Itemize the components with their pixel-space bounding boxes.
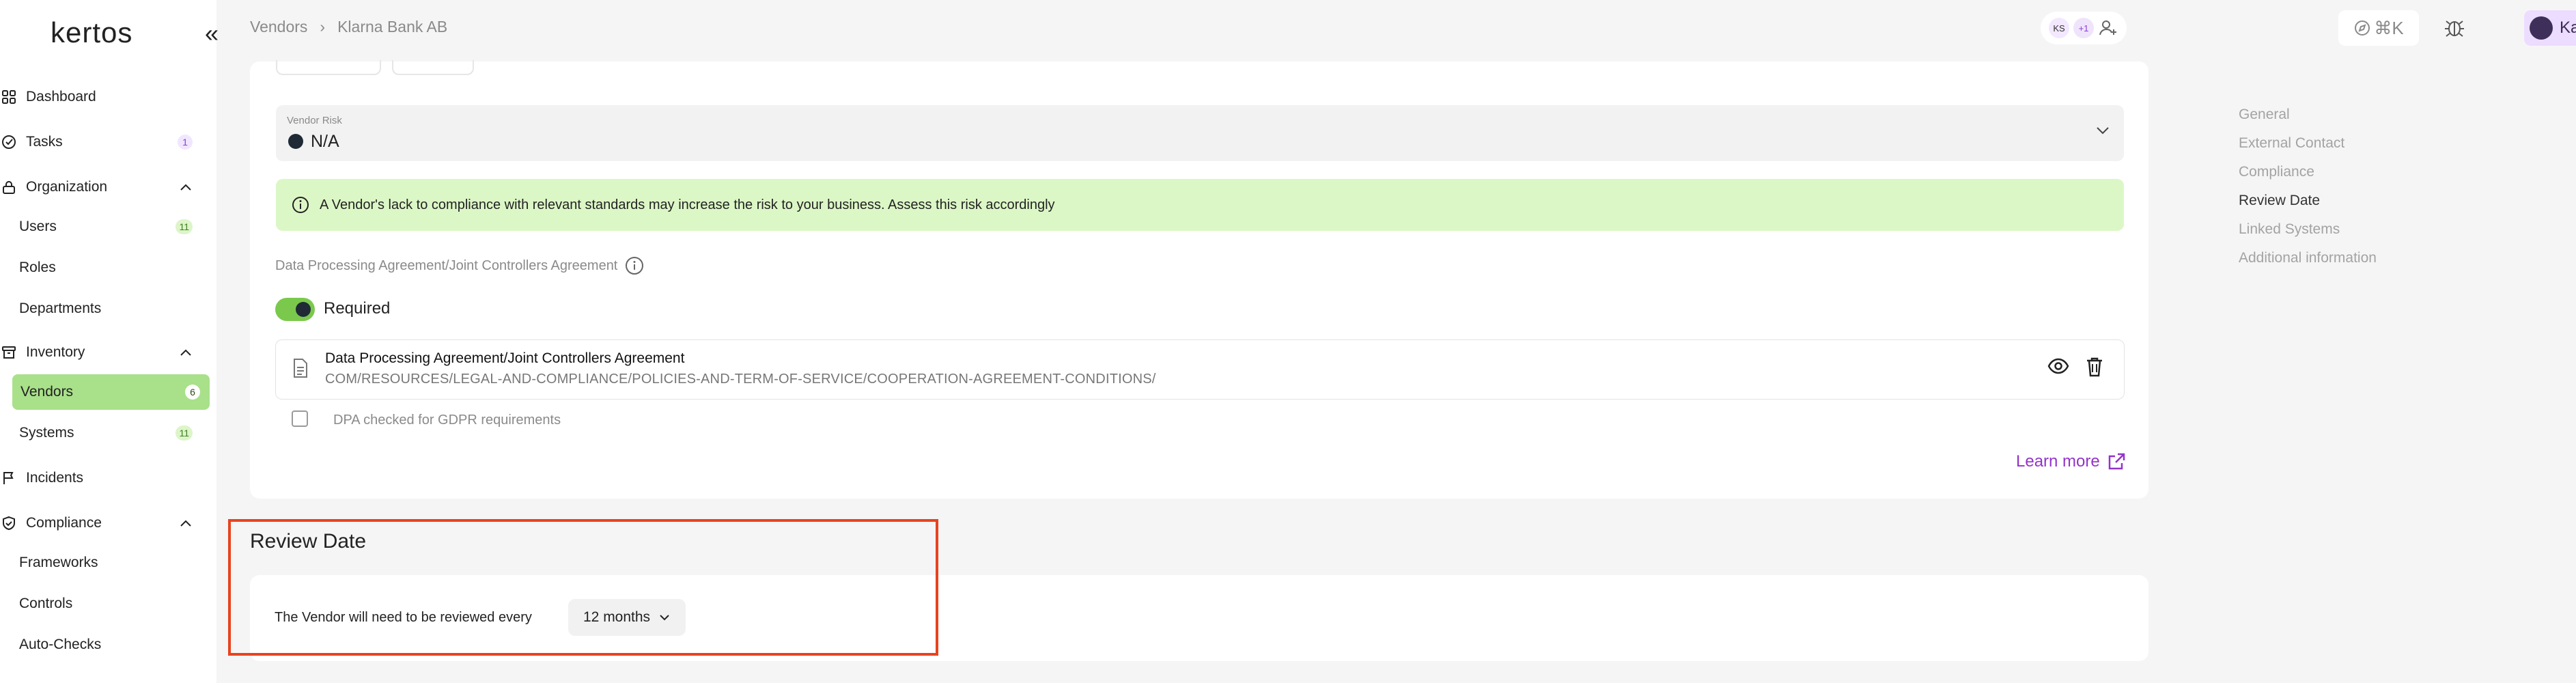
external-link-icon [2107,452,2126,471]
sidebar-item-label: Users [19,219,57,234]
sidebar-item-controls[interactable]: Controls [0,586,202,622]
gdpr-checkbox[interactable] [292,410,308,427]
document-icon [292,358,309,378]
sidebar-item-label: Tasks [26,134,63,150]
toc-item-review-date[interactable]: Review Date [2239,193,2320,209]
sidebar-item-label: Dashboard [26,89,96,104]
user-menu[interactable]: Kaia [2524,10,2576,46]
sidebar-item-tasks[interactable]: Tasks 1 [0,124,202,160]
avatar[interactable]: KS [2049,18,2069,38]
risk-status-dot [288,134,303,149]
learn-more-link[interactable]: Learn more [2016,452,2126,471]
sidebar-item-systems[interactable]: Systems 11 [0,415,202,451]
toc-item-general[interactable]: General [2239,107,2290,123]
file-title: Data Processing Agreement/Joint Controll… [325,350,685,366]
sidebar-item-label: Incidents [26,470,84,486]
sidebar-item-inventory[interactable]: Inventory [0,335,202,370]
bug-report-icon[interactable] [2442,15,2467,40]
vendor-risk-value: N/A [311,132,339,151]
sidebar-item-compliance[interactable]: Compliance [0,505,202,541]
toggle-knob [296,302,311,317]
sidebar: kertos « Dashboard Tasks 1 Organization … [0,0,219,683]
tag-chip[interactable] [392,60,474,75]
view-icon[interactable] [2047,358,2069,374]
vendor-risk-label: Vendor Risk [287,115,342,126]
compass-icon [2353,19,2371,37]
systems-count-badge: 11 [176,426,193,441]
sidebar-item-departments[interactable]: Departments [0,291,202,326]
shield-icon [0,514,18,532]
archive-icon [0,344,18,361]
kertos-logo[interactable]: kertos [51,16,132,49]
sidebar-item-roles[interactable]: Roles [0,250,202,285]
lock-icon [0,178,18,196]
flag-icon [0,469,18,487]
vendor-risk-select[interactable] [276,105,2124,161]
dpa-file-card [275,339,2125,400]
add-user-icon[interactable] [2098,18,2118,38]
sidebar-item-label: Inventory [26,344,85,360]
vendors-count-badge: 6 [185,385,200,400]
toc-item-additional-information[interactable]: Additional information [2239,250,2377,266]
sidebar-item-label: Organization [26,179,108,195]
sidebar-item-auto-checks[interactable]: Auto-Checks [0,627,202,663]
toc-item-linked-systems[interactable]: Linked Systems [2239,221,2340,238]
tasks-count-badge: 1 [178,135,193,150]
toc-item-compliance[interactable]: Compliance [2239,164,2314,180]
sidebar-item-label: Frameworks [19,555,98,570]
toc-item-external-contact[interactable]: External Contact [2239,135,2344,152]
risk-info-banner: A Vendor's lack to compliance with relev… [276,179,2124,231]
chevron-down-icon[interactable] [2095,126,2110,135]
delete-icon[interactable] [2086,357,2103,377]
info-icon [291,195,310,214]
command-palette-button[interactable]: ⌘K [2338,10,2419,46]
users-count-badge: 11 [176,219,193,234]
breadcrumb: Vendors › Klarna Bank AB [250,18,447,36]
sidebar-item-label: Compliance [26,515,102,531]
grid-icon [0,88,18,106]
banner-text: A Vendor's lack to compliance with relev… [320,197,1055,212]
sidebar-item-label: Controls [19,596,73,611]
required-toggle[interactable] [275,298,315,321]
breadcrumb-vendors[interactable]: Vendors [250,18,307,36]
shortcut-label: ⌘K [2374,17,2404,38]
collapse-sidebar-icon[interactable]: « [205,19,219,48]
sidebar-item-users[interactable]: Users 11 [0,209,202,245]
required-label: Required [324,299,391,318]
collaborators[interactable]: KS +1 [2041,12,2127,44]
avatar-overflow[interactable]: +1 [2073,18,2094,38]
sidebar-item-label: Systems [19,425,74,441]
learn-more-text: Learn more [2016,452,2100,471]
check-circle-icon [0,133,18,151]
sidebar-item-label: Roles [19,260,56,275]
user-name: Kaia [2560,18,2576,37]
sidebar-item-vendors[interactable]: Vendors 6 [12,374,210,410]
gdpr-checkbox-label: DPA checked for GDPR requirements [333,413,561,428]
file-path: COM/RESOURCES/LEGAL-AND-COMPLIANCE/POLIC… [325,372,1156,387]
dpa-heading-text: Data Processing Agreement/Joint Controll… [275,257,618,273]
sidebar-item-dashboard[interactable]: Dashboard [0,79,202,115]
chevron-up-icon[interactable] [179,183,193,191]
sidebar-item-frameworks[interactable]: Frameworks [0,545,202,581]
dpa-heading: Data Processing Agreement/Joint Controll… [275,255,645,276]
chevron-up-icon[interactable] [179,519,193,527]
breadcrumb-separator-icon: › [320,18,326,36]
highlight-box [228,519,938,656]
sidebar-item-label: Vendors [20,384,74,400]
sidebar-item-incidents[interactable]: Incidents [0,460,202,496]
sidebar-item-organization[interactable]: Organization [0,169,202,205]
sidebar-item-label: Departments [19,301,102,316]
tag-chip[interactable] [276,60,381,75]
avatar [2530,16,2553,40]
sidebar-item-label: Auto-Checks [19,637,102,652]
info-icon[interactable] [624,255,645,276]
breadcrumb-current: Klarna Bank AB [337,18,448,36]
chevron-up-icon[interactable] [179,348,193,357]
